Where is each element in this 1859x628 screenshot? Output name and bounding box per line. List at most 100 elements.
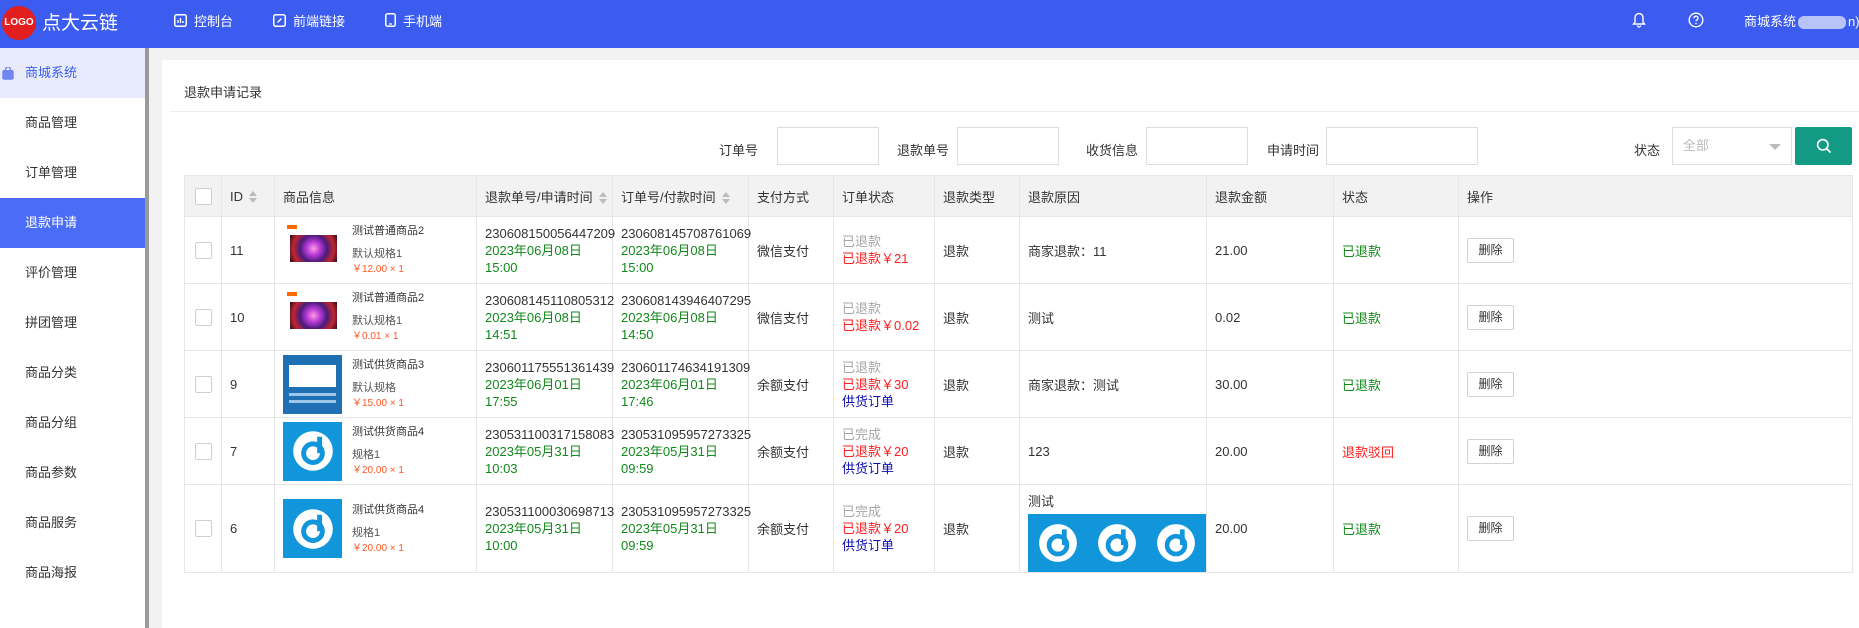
product-price: ￥0.01 × 1 [352,331,399,342]
row-checkbox[interactable] [194,241,212,259]
refund-type: 退款 [943,522,970,537]
search-button[interactable] [1795,127,1852,165]
help-icon[interactable] [1688,12,1704,28]
refund-type: 退款 [943,310,970,326]
refund-amount: 0.02 [1215,309,1241,325]
delete-button[interactable]: 删除 [1467,516,1514,541]
amount-cell: 20.00 [1206,417,1334,485]
refund-time: 2023年06月01日 17:55 [485,376,582,409]
sidebar-item-posters[interactable]: 商品海报 [0,548,145,598]
col-label: 支付方式 [757,189,810,205]
sidebar-item-services[interactable]: 商品服务 [0,498,145,548]
select-all-cell [184,175,222,217]
user-menu[interactable]: 商城系统 n) [1744,11,1859,30]
sort-icon[interactable] [721,192,730,205]
refund-no: 230531100030698713 [485,504,615,519]
tv-screen [290,234,337,262]
apply-time-input[interactable] [1326,127,1478,165]
brand-d-icon [292,508,333,549]
table-row: 9 测试供货商品3 默认规格 ￥15.00 × 1 23060117555136… [184,350,1853,418]
sidebar-item-products[interactable]: 商品管理 [0,98,145,148]
mobile-icon [385,13,397,27]
refund-reason: 商家退款：11 [1028,243,1107,259]
status-cell: 退款驳回 [1333,417,1459,485]
sort-icon[interactable] [598,192,607,205]
redacted-username [1798,15,1847,29]
product-thumbnail[interactable] [283,499,342,558]
refund-type-cell: 退款 [934,417,1020,485]
logo[interactable]: LOGO [2,6,36,40]
sidebar-section-mall[interactable]: 商城系统 [0,48,145,98]
row-checkbox[interactable] [194,442,212,460]
product-thumbnail[interactable] [283,220,342,280]
col-label: 订单号/付款时间 [621,189,716,205]
select-all-checkbox[interactable] [194,187,212,205]
sidebar-item-groups[interactable]: 商品分组 [0,398,145,448]
row-checkbox[interactable] [194,520,212,538]
col-refund-no[interactable]: 退款单号/申请时间 [476,175,613,217]
sort-icon[interactable] [249,191,257,204]
refund-status: 已退款 [1342,377,1382,393]
id-cell: 11 [221,216,275,284]
order-no-cell: 230531095957273325 2023年05月31日 09:59 [612,417,751,485]
product-thumbnail[interactable] [283,287,342,347]
order-refund-amount: 已退款￥0.02 [842,318,920,333]
nav-frontend-links[interactable]: 前端链接 [273,0,345,40]
top-nav: 控制台 前端链接 手机端 [174,0,482,40]
col-id[interactable]: ID [221,175,275,217]
order-no: 230601174634191309 [621,359,751,375]
row-id: 11 [230,242,244,258]
amount-cell: 20.00 [1206,484,1334,573]
receiver-input[interactable] [1146,127,1248,165]
amount-cell: 21.00 [1206,216,1334,284]
refund-type-cell: 退款 [934,484,1020,573]
refund-time: 2023年05月31日 10:00 [485,521,582,553]
row-checkbox[interactable] [194,308,212,326]
cover-line [289,392,336,396]
refund-no-input[interactable] [957,127,1059,165]
status-select[interactable]: 全部 [1672,127,1792,165]
nav-mobile[interactable]: 手机端 [385,0,442,40]
delete-button[interactable]: 删除 [1467,371,1514,397]
product-thumbnail[interactable] [283,354,342,414]
table-row: 10 测试普通商品2 默认规格1 ￥0.01 × 1 2306081451108… [184,283,1853,351]
sidebar-item-orders[interactable]: 订单管理 [0,148,145,198]
order-refund-amount: 已退款￥30 [842,376,909,392]
delete-button[interactable]: 删除 [1467,438,1514,464]
row-checkbox[interactable] [194,375,212,393]
col-order-no[interactable]: 订单号/付款时间 [612,175,749,217]
amount-cell: 0.02 [1206,283,1334,351]
pay-method-cell: 微信支付 [748,216,834,284]
reason-image[interactable] [1028,514,1206,572]
nav-dashboard[interactable]: 控制台 [174,0,233,40]
delete-button[interactable]: 删除 [1467,304,1514,330]
refund-no-label: 退款单号 [897,143,950,158]
sidebar-item-categories[interactable]: 商品分类 [0,348,145,398]
action-cell: 删除 [1458,216,1853,284]
product-cell: 测试普通商品2 默认规格1 ￥12.00 × 1 [274,216,477,284]
col-label: 操作 [1467,189,1494,205]
sidebar-item-reviews[interactable]: 评价管理 [0,248,145,298]
product-name: 测试普通商品2 [352,225,425,237]
bell-icon[interactable] [1632,12,1648,28]
dashboard-icon [174,13,187,27]
order-no-cell: 230531095957273325 2023年05月31日 09:59 [612,484,751,573]
sidebar-item-parameters[interactable]: 商品参数 [0,448,145,498]
col-label: 退款类型 [943,189,996,205]
order-status-cell: 已完成 已退款￥20 供货订单 [833,417,935,485]
product-price: ￥15.00 × 1 [352,398,404,409]
sidebar-item-group-buy[interactable]: 拼团管理 [0,298,145,348]
delete-button[interactable]: 删除 [1467,237,1514,263]
chevron-down-icon [1769,144,1781,150]
brand-mark [287,224,297,229]
sidebar-item-label: 商品服务 [25,515,78,530]
product-cell: 测试供货商品4 规格1 ￥20.00 × 1 [274,417,477,485]
order-no-input[interactable] [777,127,879,165]
col-refund-type: 退款类型 [934,175,1020,217]
row-select-cell [184,350,222,418]
product-thumbnail[interactable] [283,421,342,481]
sidebar-item-refunds[interactable]: 退款申请 [0,198,145,248]
supply-order-tag: 供货订单 [842,393,895,409]
action-cell: 删除 [1458,350,1853,418]
refund-no-cell: 230531100317158083 2023年05月31日 10:03 [476,417,614,485]
